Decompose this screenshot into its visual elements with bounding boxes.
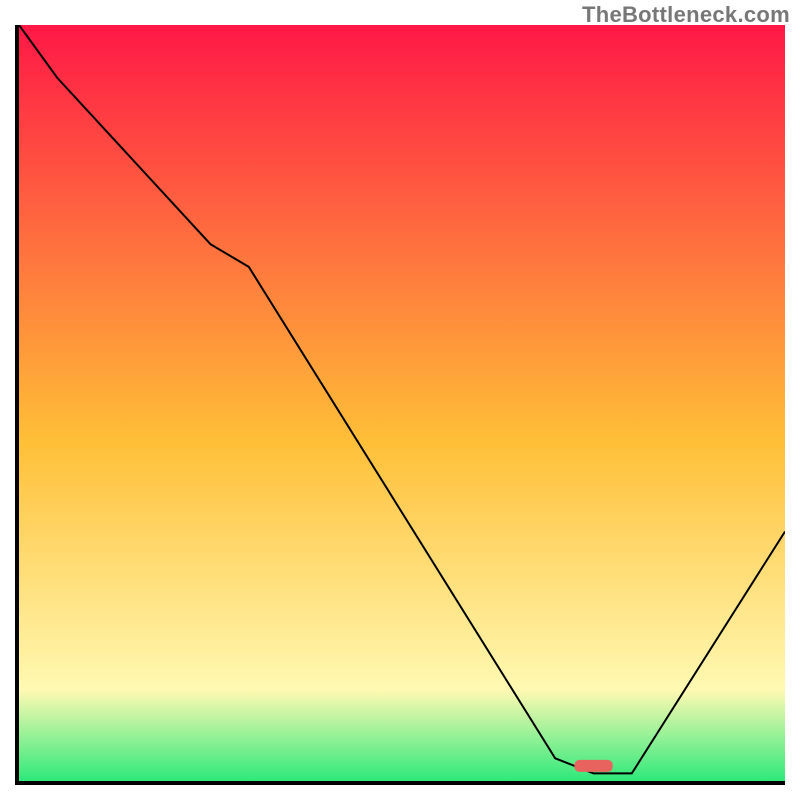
plot-area <box>15 25 785 785</box>
gradient-background <box>19 25 785 781</box>
chart-frame: TheBottleneck.com <box>0 0 800 800</box>
chart-svg <box>19 25 785 781</box>
minimum-marker <box>574 760 612 772</box>
